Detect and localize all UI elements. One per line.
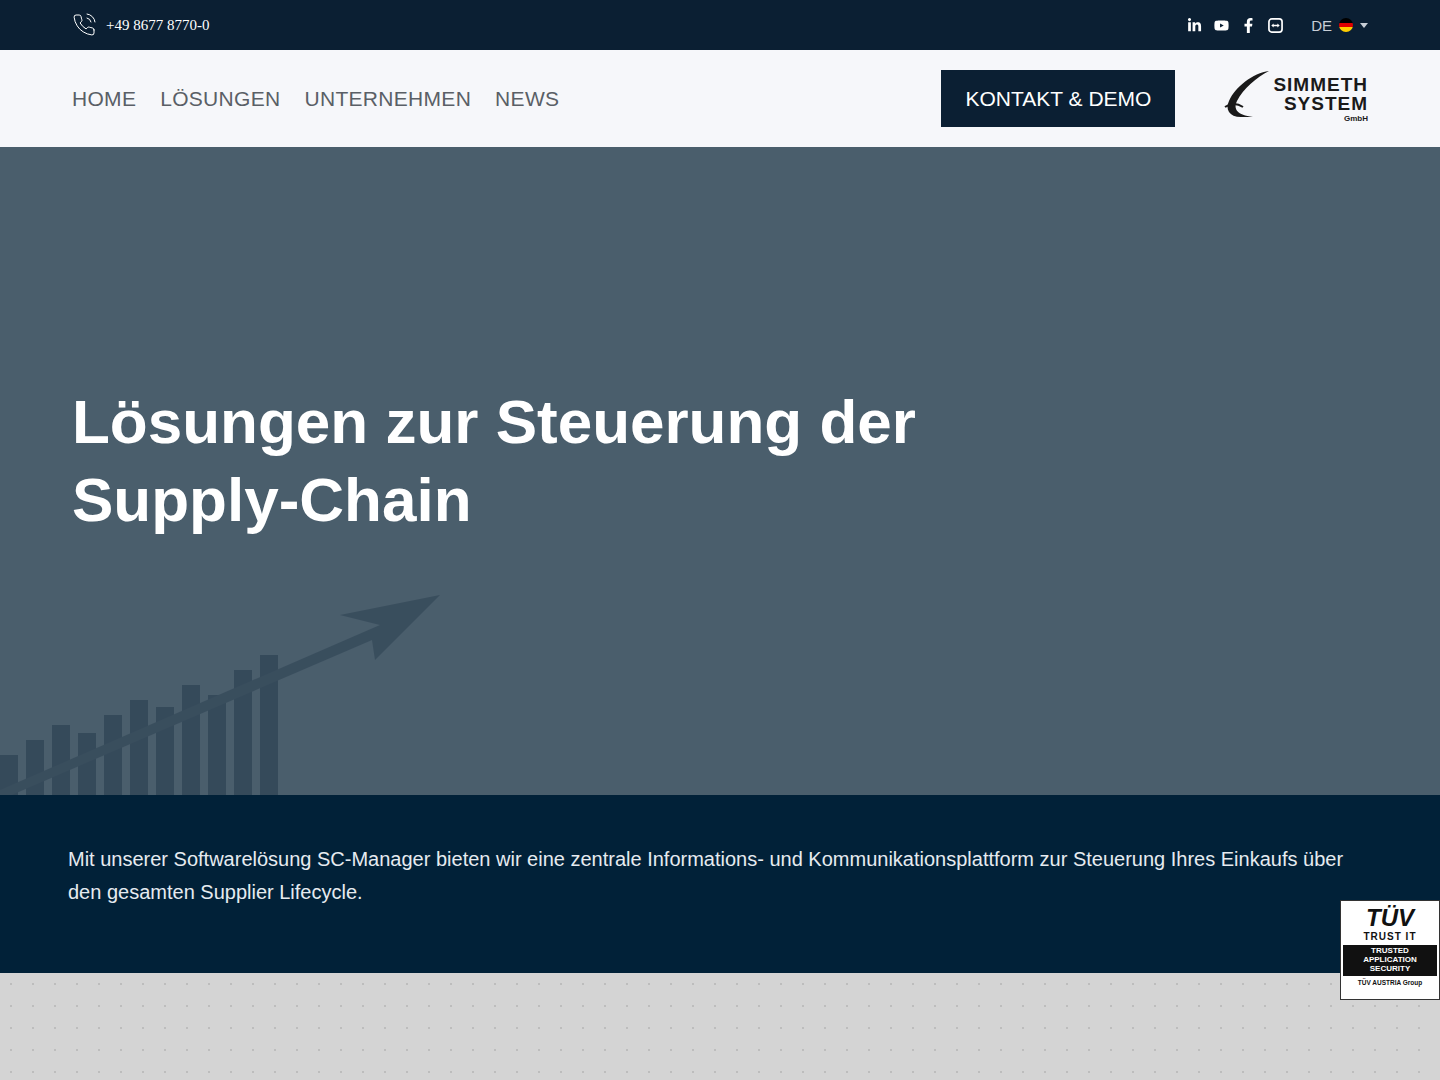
linkedin-icon bbox=[1187, 18, 1202, 33]
teamviewer-icon bbox=[1268, 18, 1283, 33]
linkedin-link[interactable] bbox=[1187, 18, 1202, 33]
dotted-background bbox=[0, 973, 1440, 1080]
facebook-icon bbox=[1241, 18, 1256, 33]
phone-link[interactable]: +49 8677 8770-0 bbox=[72, 13, 209, 37]
swoosh-logo-icon bbox=[1223, 67, 1271, 131]
facebook-link[interactable] bbox=[1241, 18, 1256, 33]
page: +49 8677 8770-0 DE HOME LÖSUNGEN UNTERNEHMEN… bbox=[0, 0, 1440, 1080]
nav-item[interactable]: LÖSUNGEN bbox=[160, 87, 280, 111]
company-logo[interactable]: SIMMETHSYSTEMGmbH bbox=[1223, 67, 1368, 131]
nav-item[interactable]: NEWS bbox=[495, 87, 559, 111]
youtube-link[interactable] bbox=[1214, 18, 1229, 33]
intro-text: Mit unserer Softwarelösung SC-Manager bi… bbox=[68, 843, 1372, 909]
nav-item[interactable]: HOME bbox=[72, 87, 136, 111]
teamviewer-link[interactable] bbox=[1268, 18, 1283, 33]
language-selector[interactable]: DE bbox=[1311, 17, 1368, 34]
youtube-icon bbox=[1214, 18, 1229, 33]
chart-photo-icon bbox=[0, 555, 500, 795]
top-bar: +49 8677 8770-0 DE bbox=[0, 0, 1440, 50]
intro-section: Mit unserer Softwarelösung SC-Manager bi… bbox=[0, 795, 1440, 973]
nav-menu: HOME LÖSUNGEN UNTERNEHMEN NEWS bbox=[72, 87, 941, 111]
hero-title: Lösungen zur Steuerung derSupply-Chain bbox=[72, 383, 916, 539]
nav-bar: HOME LÖSUNGEN UNTERNEHMEN NEWS KONTAKT & DEM… bbox=[0, 50, 1440, 147]
top-links: DE bbox=[1187, 17, 1368, 34]
contact-demo-button[interactable]: KONTAKT & DEMO bbox=[941, 70, 1175, 127]
tuv-badge[interactable]: TÜVTRUST ITTRUSTED APPLICATION SECURITYT… bbox=[1340, 900, 1440, 1000]
caret-icon bbox=[1360, 23, 1368, 28]
german-flag-icon bbox=[1339, 18, 1353, 32]
nav-item[interactable]: UNTERNEHMEN bbox=[304, 87, 471, 111]
hero: Lösungen zur Steuerung derSupply-Chain bbox=[0, 147, 1440, 795]
phone-icon bbox=[72, 13, 96, 37]
